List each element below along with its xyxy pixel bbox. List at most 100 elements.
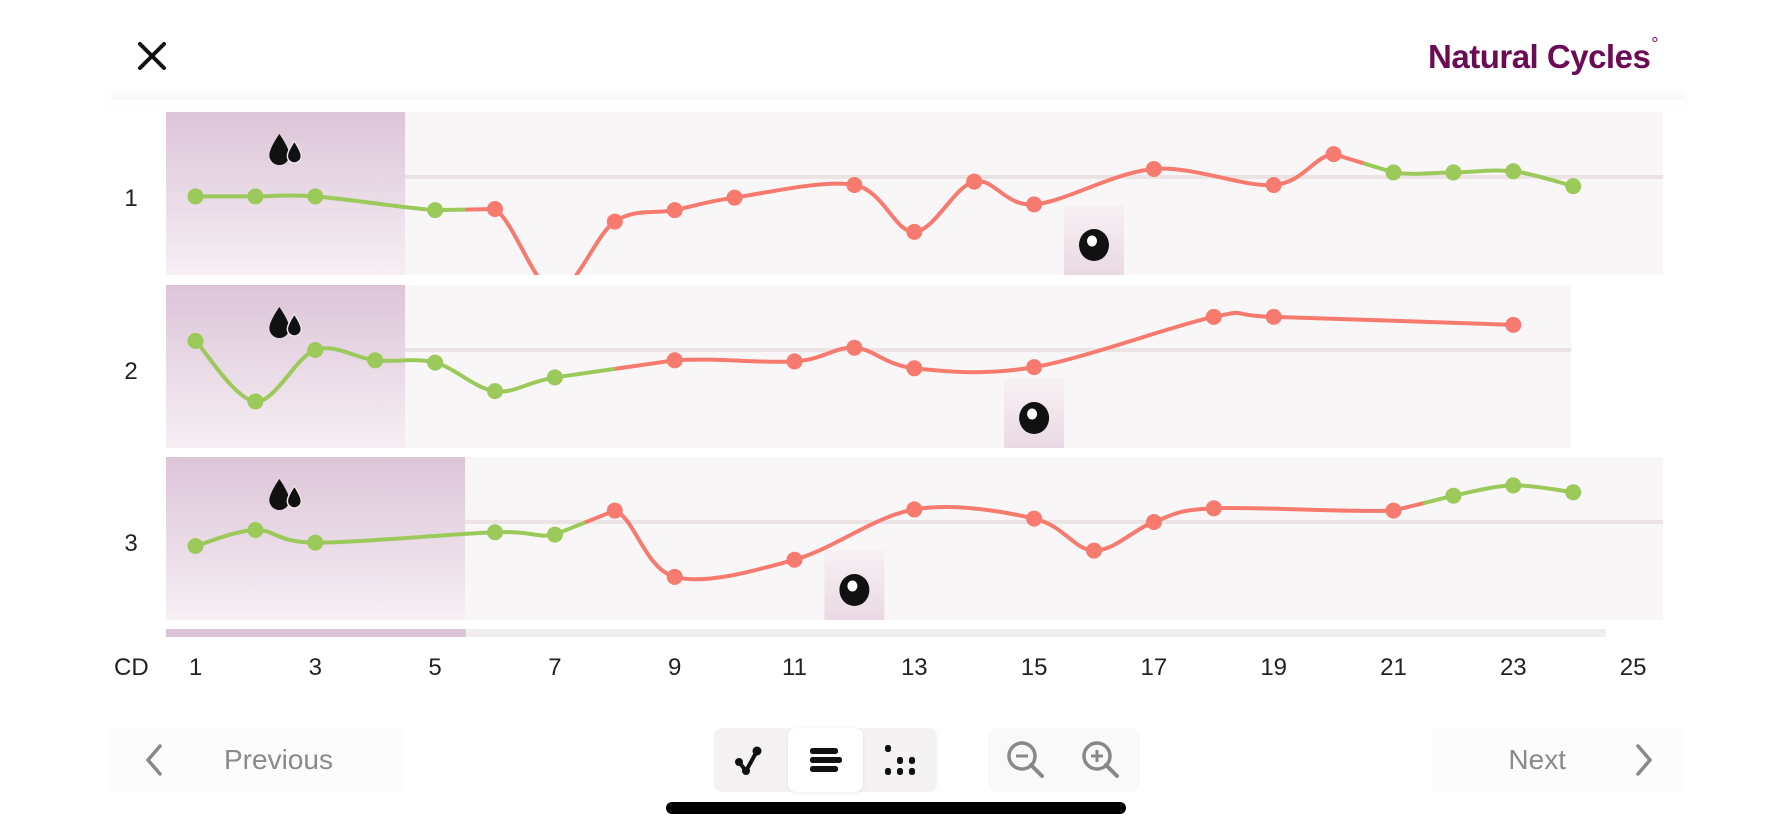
temperature-point: [1265, 177, 1282, 194]
chevron-right-icon: [1636, 744, 1653, 776]
cycle-row-4-period-peek: [166, 629, 466, 637]
temperature-point: [1086, 542, 1102, 559]
temperature-point: [846, 177, 863, 194]
temperature-point: [546, 369, 563, 386]
chevron-left-icon: [145, 744, 162, 776]
line-segment: [674, 357, 795, 364]
temperature-point: [906, 223, 923, 240]
temperature-point: [187, 188, 204, 205]
temperature-point: [966, 173, 983, 190]
temperature-point: [1265, 308, 1282, 325]
temperature-point: [666, 352, 683, 369]
x-tick-label: 23: [1499, 654, 1527, 681]
temperature-point: [1026, 196, 1043, 213]
temperature-point: [546, 526, 563, 543]
x-tick-label: 21: [1380, 654, 1407, 681]
temperature-point: [1505, 477, 1522, 494]
next-button[interactable]: Next: [1432, 728, 1686, 792]
x-tick-label: 5: [428, 654, 442, 681]
temperature-point: [247, 188, 264, 205]
temperature-point: [187, 538, 204, 555]
period-band: [166, 285, 406, 448]
temperature-point: [1565, 178, 1582, 195]
temperature-point: [786, 353, 803, 370]
x-axis-title: CD: [114, 654, 149, 681]
temperature-point: [1385, 164, 1402, 181]
temperature-point: [1385, 502, 1402, 519]
temperature-point: [1565, 484, 1582, 501]
next-label: Next: [1508, 744, 1566, 775]
temperature-point: [1026, 510, 1043, 527]
temperature-point: [1445, 487, 1462, 504]
previous-button[interactable]: Previous: [106, 728, 406, 792]
x-tick-label: 25: [1619, 654, 1647, 681]
temperature-point: [487, 524, 503, 541]
view-mode-switcher: [714, 728, 937, 792]
ovulation-icon-highlight: [1027, 408, 1038, 420]
cycle-chart[interactable]: [0, 0, 1792, 700]
temperature-point: [1445, 164, 1462, 181]
line-segment: [1453, 168, 1514, 175]
cycle-rows-view-button[interactable]: [788, 728, 863, 792]
home-indicator: [666, 802, 1126, 814]
temperature-point: [1505, 163, 1522, 180]
x-tick-label: 13: [900, 654, 928, 681]
temperature-point: [307, 534, 324, 551]
row-label: 3: [124, 530, 138, 557]
temperature-point: [606, 502, 623, 519]
temperature-point: [487, 383, 503, 400]
cycle-row-1[interactable]: [166, 112, 1664, 291]
dots-view-icon: [884, 745, 915, 775]
temperature-point: [846, 339, 863, 356]
temperature-point: [1205, 500, 1222, 517]
temperature-point: [247, 522, 264, 539]
ovulation-icon: [839, 574, 870, 606]
temperature-point: [1325, 146, 1342, 163]
x-tick-label: 15: [1020, 654, 1048, 681]
line-segment: [255, 193, 316, 199]
temperature-point: [307, 342, 324, 358]
ovulation-icon-highlight: [1087, 235, 1097, 247]
x-tick-label: 19: [1260, 654, 1288, 681]
cycle-row-2[interactable]: [166, 285, 1572, 448]
row-label: 2: [124, 358, 138, 385]
dots-view-button[interactable]: [863, 728, 937, 792]
temperature-point: [247, 393, 264, 410]
temperature-point: [1205, 308, 1222, 325]
zoom-in-button[interactable]: [1063, 728, 1138, 792]
temperature-point: [726, 189, 743, 206]
ovulation-icon-highlight: [847, 580, 858, 592]
temperature-point: [487, 201, 503, 218]
graph-view-button[interactable]: [714, 728, 788, 792]
x-tick-label: 7: [548, 654, 562, 681]
temperature-point: [367, 352, 384, 369]
zoom-out-icon: [1006, 741, 1044, 778]
temperature-point: [666, 202, 683, 219]
temperature-point: [666, 568, 683, 585]
temperature-point: [427, 202, 444, 219]
x-tick-label: 17: [1140, 654, 1168, 681]
x-tick-label: 1: [188, 654, 203, 681]
zoom-controls: [988, 728, 1140, 792]
zoom-in-icon: [1081, 741, 1119, 778]
cycle-row-3[interactable]: [166, 457, 1664, 620]
zoom-out-button[interactable]: [988, 728, 1063, 792]
temperature-point: [1145, 160, 1162, 177]
line-segment: [374, 358, 436, 365]
temperature-point: [906, 360, 923, 377]
x-tick-label: 3: [308, 654, 322, 681]
previous-label: Previous: [224, 744, 333, 775]
graph-view-icon: [735, 746, 762, 775]
temperature-point: [1505, 316, 1522, 333]
temperature-point: [307, 188, 324, 205]
temperature-point: [1026, 359, 1043, 376]
temperature-point: [427, 354, 444, 371]
ovulation-icon: [1019, 402, 1050, 434]
line-segment: [1393, 170, 1454, 176]
temperature-point: [906, 501, 923, 518]
temperature-point: [1145, 514, 1162, 530]
temperature-point: [187, 332, 204, 349]
x-tick-label: 9: [668, 654, 682, 681]
temperature-point: [606, 213, 623, 230]
rows-view-icon: [810, 748, 843, 772]
